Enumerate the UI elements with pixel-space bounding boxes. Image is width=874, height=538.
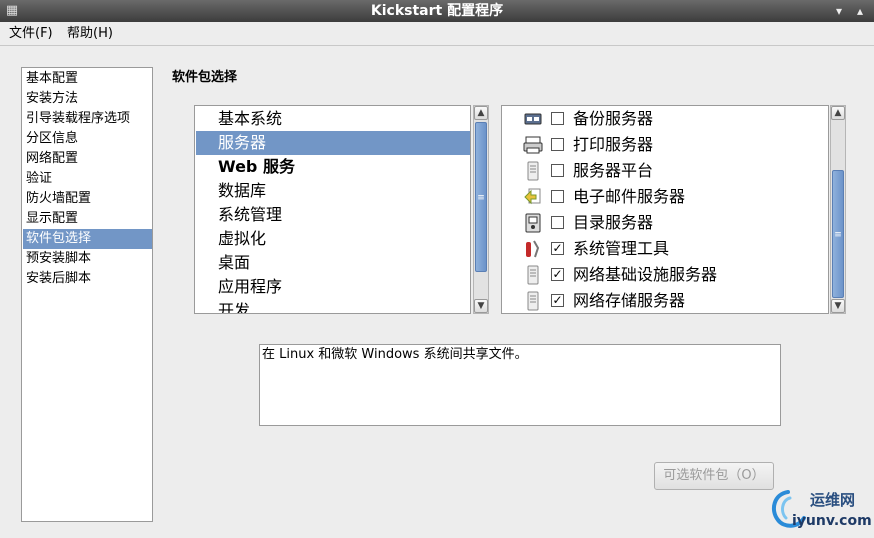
- nav-item-network-config[interactable]: 网络配置: [23, 149, 152, 169]
- minimize-icon[interactable]: ▾: [831, 3, 847, 19]
- window-title: Kickstart 配置程序: [370, 3, 504, 19]
- package-row: ✓ 网络存储服务器: [502, 288, 828, 313]
- package-checkbox[interactable]: ✓: [551, 294, 564, 307]
- scroll-up-icon[interactable]: ▲: [474, 106, 488, 120]
- backup-icon: [523, 109, 543, 129]
- menu-help[interactable]: 帮助(H): [66, 25, 114, 43]
- package-label: 电子邮件服务器: [573, 187, 686, 206]
- nav-item-bootloader-options[interactable]: 引导装载程序选项: [23, 109, 152, 129]
- watermark-url: iyunv.com: [792, 513, 872, 529]
- package-row: 目录服务器: [502, 210, 828, 236]
- package-label: 打印服务器: [573, 135, 654, 154]
- window-titlebar: ▦ Kickstart 配置程序 ▾ ▴: [0, 0, 874, 22]
- category-item-development[interactable]: 开发: [196, 299, 470, 313]
- package-category-list: 基本系统 服务器 Web 服务 数据库 系统管理 虚拟化 桌面 应用程序 开发: [194, 105, 471, 314]
- package-row: 打印服务器: [502, 132, 828, 158]
- nav-item-pre-install-script[interactable]: 预安装脚本: [23, 249, 152, 269]
- mail-icon: [523, 187, 543, 207]
- category-scroll-thumb[interactable]: ≡: [475, 122, 487, 272]
- package-row: 备份服务器: [502, 106, 828, 132]
- watermark-logo: 运维网 iyunv.com: [766, 488, 872, 534]
- package-checkbox[interactable]: ✓: [551, 242, 564, 255]
- tools-icon: [523, 239, 543, 259]
- package-label: 系统管理工具: [573, 239, 670, 258]
- package-label: 目录服务器: [573, 213, 654, 232]
- package-description: 在 Linux 和微软 Windows 系统间共享文件。: [259, 344, 781, 426]
- menu-bar: 文件(F) 帮助(H): [0, 22, 874, 46]
- printer-icon: [523, 135, 543, 155]
- package-label: 服务器平台: [573, 161, 654, 180]
- category-scrollbar[interactable]: ▲ ≡ ▼: [473, 105, 489, 314]
- directory-icon: [523, 213, 543, 233]
- category-item-web-services[interactable]: Web 服务: [196, 155, 470, 179]
- package-row: ✓ 网络基础设施服务器: [502, 262, 828, 288]
- nav-item-install-method[interactable]: 安装方法: [23, 89, 152, 109]
- server-icon: [523, 161, 543, 181]
- nav-item-post-install-script[interactable]: 安装后脚本: [23, 269, 152, 289]
- package-checkbox[interactable]: [551, 190, 564, 203]
- nav-item-package-selection[interactable]: 软件包选择: [23, 229, 152, 249]
- config-nav-list: 基本配置 安装方法 引导装载程序选项 分区信息 网络配置 验证 防火墙配置 显示…: [21, 67, 153, 522]
- package-checkbox[interactable]: [551, 138, 564, 151]
- server-icon: [523, 265, 543, 285]
- watermark-title: 运维网: [810, 491, 856, 509]
- package-label: 备份服务器: [573, 109, 654, 128]
- nav-item-display-config[interactable]: 显示配置: [23, 209, 152, 229]
- optional-packages-button[interactable]: 可选软件包（O）: [654, 462, 774, 490]
- category-item-applications[interactable]: 应用程序: [196, 275, 470, 299]
- package-list: 备份服务器 打印服务器 服务器平台 电子邮件服务器 目录服务器 ✓ 系统管理工具: [501, 105, 829, 314]
- package-row: ✓ 系统管理工具: [502, 236, 828, 262]
- package-scroll-thumb[interactable]: ≡: [832, 170, 844, 298]
- server-icon: [523, 291, 543, 311]
- package-label: 网络存储服务器: [573, 291, 686, 310]
- category-item-database[interactable]: 数据库: [196, 179, 470, 203]
- nav-item-firewall-config[interactable]: 防火墙配置: [23, 189, 152, 209]
- package-checkbox[interactable]: [551, 164, 564, 177]
- package-row: 服务器平台: [502, 158, 828, 184]
- scroll-down-icon[interactable]: ▼: [474, 299, 488, 313]
- package-label: 网络基础设施服务器: [573, 265, 718, 284]
- category-item-servers[interactable]: 服务器: [196, 131, 470, 155]
- package-row: 电子邮件服务器: [502, 184, 828, 210]
- package-checkbox[interactable]: [551, 112, 564, 125]
- category-item-base-system[interactable]: 基本系统: [196, 107, 470, 131]
- nav-item-partition-info[interactable]: 分区信息: [23, 129, 152, 149]
- scroll-down-icon[interactable]: ▼: [831, 299, 845, 313]
- category-item-system-management[interactable]: 系统管理: [196, 203, 470, 227]
- scroll-up-icon[interactable]: ▲: [831, 106, 845, 120]
- nav-item-basic-config[interactable]: 基本配置: [23, 69, 152, 89]
- package-checkbox[interactable]: ✓: [551, 268, 564, 281]
- menu-file[interactable]: 文件(F): [8, 25, 54, 43]
- package-checkbox[interactable]: [551, 216, 564, 229]
- category-item-virtualization[interactable]: 虚拟化: [196, 227, 470, 251]
- maximize-icon[interactable]: ▴: [852, 3, 868, 19]
- nav-item-authentication[interactable]: 验证: [23, 169, 152, 189]
- section-title: 软件包选择: [172, 70, 238, 85]
- package-scrollbar[interactable]: ▲ ≡ ▼: [830, 105, 846, 314]
- category-item-desktop[interactable]: 桌面: [196, 251, 470, 275]
